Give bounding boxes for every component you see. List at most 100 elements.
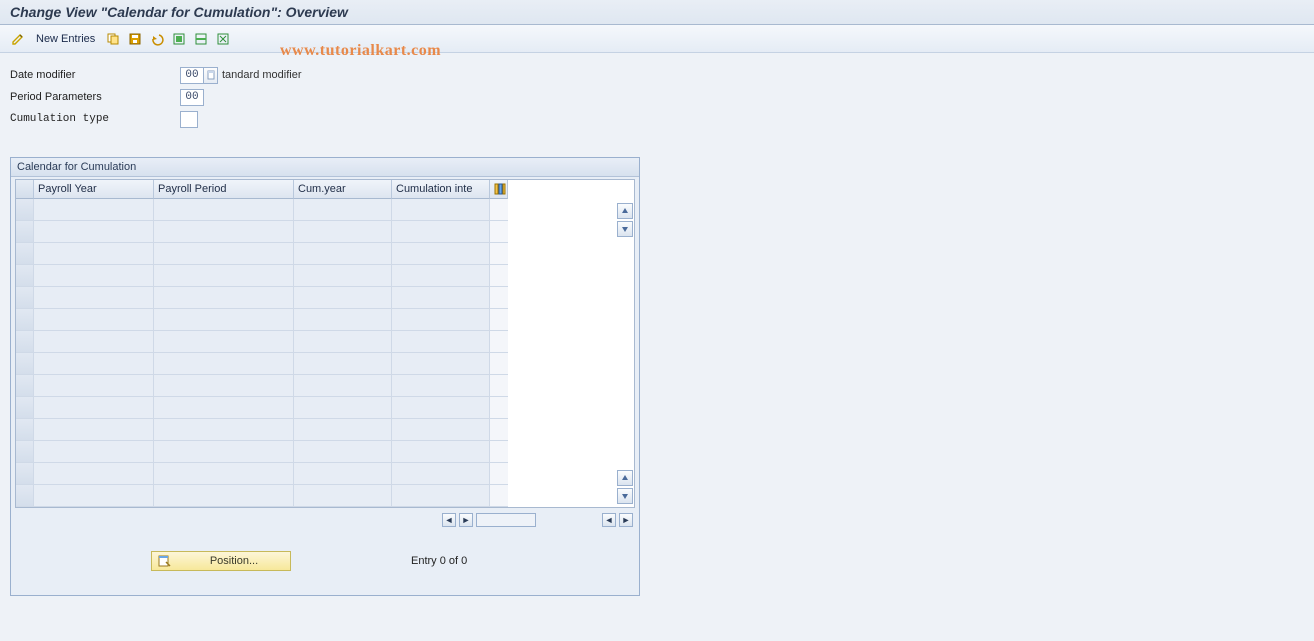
table-cell[interactable] — [294, 243, 392, 265]
save-icon[interactable] — [127, 31, 143, 47]
hscroll-track[interactable] — [476, 513, 536, 527]
table-cell[interactable] — [392, 441, 490, 463]
row-selector[interactable] — [16, 441, 34, 463]
table-cell[interactable] — [294, 485, 392, 507]
row-selector[interactable] — [16, 375, 34, 397]
scroll-down-bottom-icon[interactable] — [617, 488, 633, 504]
table-cell[interactable] — [34, 265, 154, 287]
row-selector[interactable] — [16, 397, 34, 419]
table-cell[interactable] — [154, 243, 294, 265]
col-cum-year[interactable]: Cum.year — [294, 180, 392, 199]
period-parameters-input[interactable] — [180, 89, 204, 106]
configure-columns-icon[interactable] — [490, 180, 508, 199]
table-cell[interactable] — [154, 441, 294, 463]
table-cell[interactable] — [392, 397, 490, 419]
row-selector[interactable] — [16, 419, 34, 441]
table-cell[interactable] — [154, 199, 294, 221]
scroll-gutter — [490, 353, 508, 375]
table-cell[interactable] — [154, 375, 294, 397]
table-cell[interactable] — [34, 419, 154, 441]
table-cell[interactable] — [392, 243, 490, 265]
edit-icon[interactable] — [10, 31, 26, 47]
table-cell[interactable] — [392, 287, 490, 309]
table-cell[interactable] — [34, 243, 154, 265]
field-cumulation-type: Cumulation type — [10, 109, 1304, 129]
scroll-up-bottom-icon[interactable] — [617, 470, 633, 486]
table-cell[interactable] — [294, 287, 392, 309]
table-cell[interactable] — [392, 463, 490, 485]
scroll-up-icon[interactable] — [617, 203, 633, 219]
table-cell[interactable] — [34, 199, 154, 221]
table-cell[interactable] — [154, 265, 294, 287]
new-entries-button[interactable]: New Entries — [32, 31, 99, 47]
select-block-icon[interactable] — [193, 31, 209, 47]
table-cell[interactable] — [34, 309, 154, 331]
table-cell[interactable] — [392, 265, 490, 287]
table-cell[interactable] — [154, 287, 294, 309]
table-cell[interactable] — [294, 419, 392, 441]
table-cell[interactable] — [154, 221, 294, 243]
select-all-icon[interactable] — [171, 31, 187, 47]
row-selector[interactable] — [16, 331, 34, 353]
copy-icon[interactable] — [105, 31, 121, 47]
table-cell[interactable] — [34, 331, 154, 353]
date-modifier-input[interactable] — [180, 67, 204, 84]
row-selector[interactable] — [16, 243, 34, 265]
table-cell[interactable] — [154, 485, 294, 507]
table-cell[interactable] — [154, 353, 294, 375]
f4-help-icon[interactable] — [204, 67, 218, 84]
table-cell[interactable] — [154, 331, 294, 353]
table-cell[interactable] — [294, 221, 392, 243]
table-cell[interactable] — [34, 375, 154, 397]
table-cell[interactable] — [392, 419, 490, 441]
col-payroll-period[interactable]: Payroll Period — [154, 180, 294, 199]
table-cell[interactable] — [294, 331, 392, 353]
hscroll-left-icon[interactable]: ◄ — [442, 513, 456, 527]
table-cell[interactable] — [154, 309, 294, 331]
row-selector[interactable] — [16, 265, 34, 287]
deselect-all-icon[interactable] — [215, 31, 231, 47]
select-all-header[interactable] — [16, 180, 34, 199]
table-cell[interactable] — [154, 463, 294, 485]
table-cell[interactable] — [34, 397, 154, 419]
cumulation-type-input[interactable] — [180, 111, 198, 128]
table-cell[interactable] — [34, 485, 154, 507]
table-cell[interactable] — [34, 287, 154, 309]
hscroll-right2-icon[interactable]: ► — [619, 513, 633, 527]
row-selector[interactable] — [16, 463, 34, 485]
row-selector[interactable] — [16, 353, 34, 375]
table-cell[interactable] — [294, 309, 392, 331]
table-cell[interactable] — [34, 353, 154, 375]
scroll-down-icon[interactable] — [617, 221, 633, 237]
table-cell[interactable] — [154, 397, 294, 419]
row-selector[interactable] — [16, 309, 34, 331]
table-cell[interactable] — [392, 485, 490, 507]
col-cumulation-inte[interactable]: Cumulation inte — [392, 180, 490, 199]
hscroll-right-icon[interactable]: ► — [459, 513, 473, 527]
table-cell[interactable] — [392, 331, 490, 353]
table-cell[interactable] — [154, 419, 294, 441]
row-selector[interactable] — [16, 221, 34, 243]
table-cell[interactable] — [294, 265, 392, 287]
table-cell[interactable] — [392, 199, 490, 221]
hscroll-left2-icon[interactable]: ◄ — [602, 513, 616, 527]
table-cell[interactable] — [392, 309, 490, 331]
undo-icon[interactable] — [149, 31, 165, 47]
position-button[interactable]: Position... — [151, 551, 291, 571]
table-cell[interactable] — [34, 221, 154, 243]
table-cell[interactable] — [392, 353, 490, 375]
table-cell[interactable] — [34, 463, 154, 485]
table-cell[interactable] — [294, 353, 392, 375]
table-cell[interactable] — [34, 441, 154, 463]
table-cell[interactable] — [294, 199, 392, 221]
table-cell[interactable] — [294, 441, 392, 463]
row-selector[interactable] — [16, 485, 34, 507]
table-cell[interactable] — [294, 463, 392, 485]
table-cell[interactable] — [392, 375, 490, 397]
table-cell[interactable] — [294, 375, 392, 397]
table-cell[interactable] — [392, 221, 490, 243]
row-selector[interactable] — [16, 199, 34, 221]
row-selector[interactable] — [16, 287, 34, 309]
col-payroll-year[interactable]: Payroll Year — [34, 180, 154, 199]
table-cell[interactable] — [294, 397, 392, 419]
